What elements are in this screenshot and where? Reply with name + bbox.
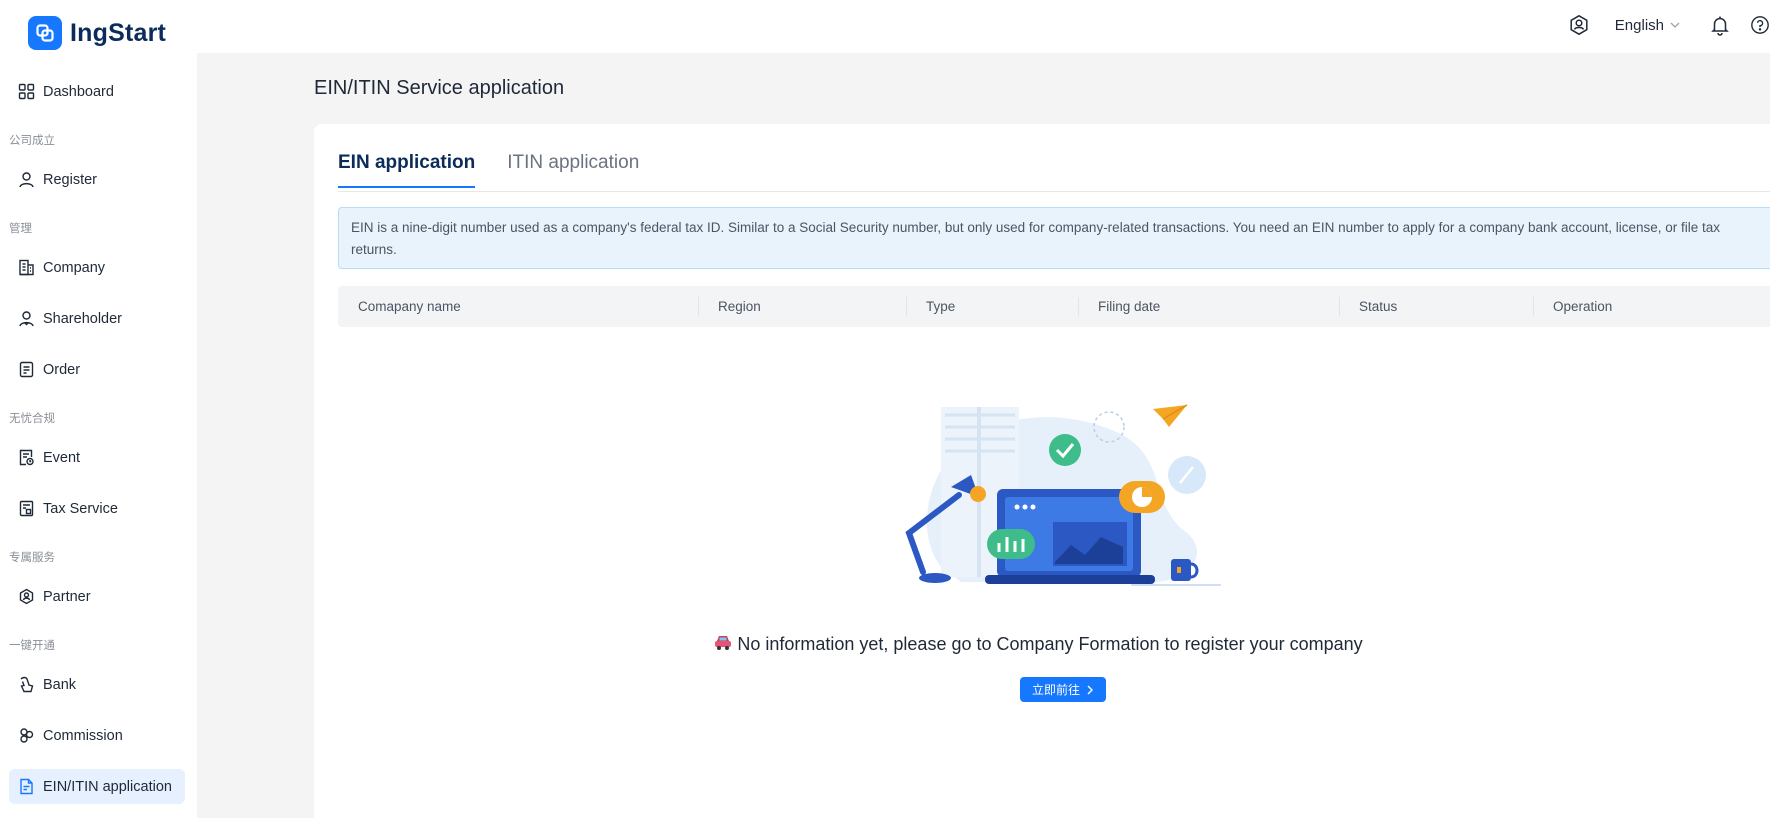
sidebar-item-order[interactable]: Order	[9, 352, 185, 387]
sidebar-item-label: Company	[43, 259, 106, 276]
sidebar-item-label: Register	[43, 171, 97, 188]
nav-group-manage: 管理	[9, 223, 32, 235]
tab-itin-application[interactable]: ITIN application	[507, 152, 639, 188]
sidebar-item-label: Order	[43, 361, 81, 378]
partner-icon	[17, 588, 35, 606]
sidebar-item-label: Dashboard	[43, 83, 114, 100]
sidebar-item-dashboard[interactable]: Dashboard	[9, 74, 185, 109]
column-company-name: Comapany name	[358, 299, 461, 314]
tax-icon	[17, 500, 35, 518]
sidebar-item-label: Partner	[43, 588, 91, 605]
column-region: Region	[718, 299, 761, 314]
user-icon	[17, 171, 35, 189]
nav-group-company-setup: 公司成立	[9, 135, 55, 147]
car-icon	[713, 633, 733, 656]
bank-icon	[17, 676, 35, 694]
go-now-button[interactable]: 立即前往	[1020, 677, 1107, 702]
nav-group-one-click: 一键开通	[9, 640, 55, 652]
sidebar-item-label: Shareholder	[43, 310, 122, 327]
empty-state-illustration	[901, 397, 1221, 602]
sidebar-item-bank[interactable]: Bank	[9, 667, 185, 702]
column-type: Type	[926, 299, 956, 314]
column-filing-date: Filing date	[1098, 299, 1161, 314]
column-operation: Operation	[1553, 299, 1613, 314]
column-divider	[906, 297, 907, 316]
sidebar-item-company[interactable]: Company	[9, 250, 185, 285]
sidebar-item-label: EIN/ITIN application	[43, 778, 172, 795]
info-alert: EIN is a nine-digit number used as a com…	[338, 207, 1770, 269]
app-name: IngStart	[70, 18, 167, 47]
bell-icon[interactable]	[1708, 13, 1732, 37]
sidebar-item-shareholder[interactable]: Shareholder	[9, 301, 185, 336]
logo-icon	[28, 16, 62, 50]
column-divider	[698, 297, 699, 316]
sidebar-item-ein-itin[interactable]: EIN/ITIN application	[9, 769, 185, 804]
language-select[interactable]: English	[1615, 17, 1680, 34]
empty-state-text: No information yet, please go to Company…	[737, 634, 1363, 654]
column-status: Status	[1359, 299, 1398, 314]
sidebar-item-partner[interactable]: Partner	[9, 579, 185, 614]
commission-icon	[17, 727, 35, 745]
sidebar-item-label: Bank	[43, 676, 77, 693]
document-icon	[17, 778, 35, 796]
building-icon	[17, 259, 35, 277]
sidebar-item-event[interactable]: Event	[9, 440, 185, 475]
sidebar-item-label: Commission	[43, 727, 123, 744]
dashboard-icon	[17, 83, 35, 101]
shareholder-icon	[17, 310, 35, 328]
column-divider	[1078, 297, 1079, 316]
nav-group-exclusive: 专属服务	[9, 552, 55, 564]
table-header: Comapany name Region Type Filing date St…	[338, 286, 1770, 327]
empty-state-message: No information yet, please go to Company…	[314, 633, 1762, 656]
tab-ein-application[interactable]: EIN application	[338, 152, 476, 188]
page-title: EIN/ITIN Service application	[314, 77, 565, 99]
language-label: English	[1614, 16, 1664, 34]
sidebar-item-label: Event	[43, 449, 81, 466]
column-divider	[1533, 297, 1534, 316]
column-divider	[1339, 297, 1340, 316]
logo[interactable]: IngStart	[28, 16, 166, 50]
tab-divider	[338, 191, 1770, 192]
go-now-button-label: 立即前往	[1032, 683, 1081, 697]
nav-group-compliance: 无忧合规	[9, 413, 55, 425]
event-icon	[17, 449, 35, 467]
order-icon	[17, 361, 35, 379]
sidebar-item-register[interactable]: Register	[9, 162, 185, 197]
tab-bar: EIN application ITIN application	[338, 152, 671, 188]
sidebar: Dashboard 公司成立 Register 管理 Company Share…	[0, 53, 197, 818]
account-icon[interactable]	[1567, 13, 1591, 37]
content-card: EIN application ITIN application EIN is …	[314, 124, 1770, 818]
chevron-down-icon	[1670, 22, 1680, 28]
help-icon[interactable]	[1750, 13, 1770, 37]
chevron-right-icon	[1087, 685, 1094, 694]
sidebar-item-commission[interactable]: Commission	[9, 718, 185, 753]
sidebar-item-tax-service[interactable]: Tax Service	[9, 491, 185, 526]
top-bar: IngStart English	[0, 0, 1770, 53]
sidebar-item-label: Tax Service	[43, 500, 118, 517]
